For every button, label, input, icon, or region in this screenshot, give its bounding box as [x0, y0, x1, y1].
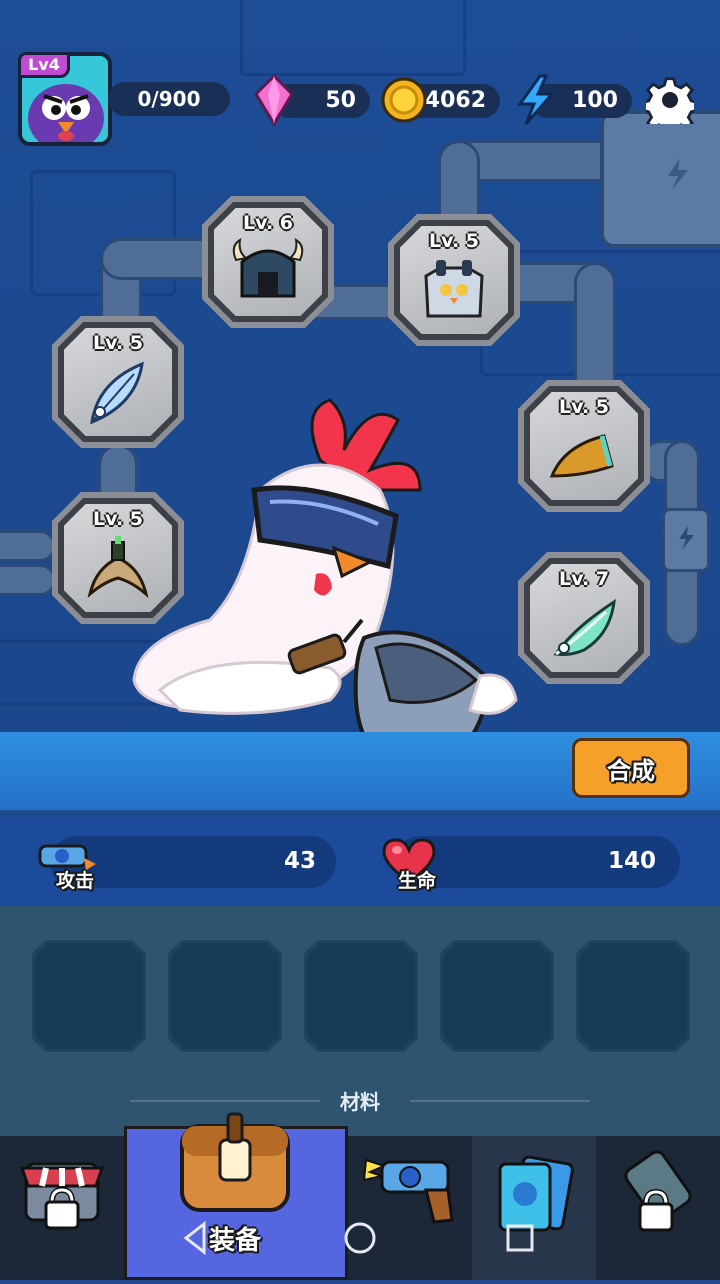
- locked-feature-icon: [624, 1150, 692, 1232]
- equip-slot-helmet[interactable]: Lv. 6: [202, 196, 334, 328]
- pipe: [574, 262, 616, 398]
- equip-level: Lv. 6: [243, 212, 293, 234]
- pipe: [0, 530, 56, 562]
- equip-level: Lv. 5: [429, 230, 479, 252]
- machine-box: [600, 110, 720, 248]
- equip-level: Lv. 5: [93, 332, 143, 354]
- cards-icon: [498, 1155, 574, 1232]
- pink-gem-icon: [254, 74, 294, 126]
- system-home-icon[interactable]: [342, 1220, 378, 1256]
- gold-value: 4062: [424, 88, 486, 113]
- tab-shop[interactable]: [0, 1136, 124, 1280]
- beak-icon: [549, 434, 614, 478]
- circuit-line: [240, 0, 466, 76]
- material-slot[interactable]: [304, 940, 418, 1052]
- blaster-gun-icon: [362, 1158, 454, 1224]
- material-slot[interactable]: [440, 940, 554, 1052]
- backpack-icon: [180, 1112, 290, 1212]
- tab-weapon[interactable]: [348, 1136, 472, 1280]
- lightning-icon: [517, 74, 556, 125]
- hp-label: 生命: [398, 870, 437, 892]
- chicken-character: [132, 398, 518, 771]
- material-slot[interactable]: [32, 940, 146, 1052]
- tab-locked[interactable]: [596, 1136, 720, 1280]
- materials-title: 材料: [340, 1090, 380, 1114]
- equip-slot-armor[interactable]: Lv. 5: [388, 214, 520, 346]
- wing-icon: [553, 598, 616, 656]
- divider: [410, 1100, 590, 1102]
- horned-helmet-icon: [232, 238, 304, 298]
- divider: [130, 1100, 320, 1102]
- pipe-junction: [662, 508, 710, 572]
- pipe: [0, 564, 56, 596]
- material-slot[interactable]: [168, 940, 282, 1052]
- merge-button[interactable]: 合成: [572, 738, 690, 798]
- shop-icon: [19, 1162, 105, 1230]
- tab-equipment-label: 装备: [208, 1226, 261, 1256]
- attack-label: 攻击: [56, 870, 95, 892]
- xp-text: 0/900: [137, 87, 201, 111]
- gold-coin-icon: [381, 77, 427, 123]
- attack-value: 43: [283, 848, 316, 874]
- gem-value: 50: [325, 88, 356, 113]
- tab-cards[interactable]: [472, 1136, 596, 1280]
- system-back-icon[interactable]: [180, 1220, 210, 1256]
- level-badge: Lv4: [18, 52, 70, 78]
- owl-armor-icon: [424, 260, 484, 318]
- gear-icon[interactable]: [646, 76, 694, 124]
- energy-value: 100: [572, 88, 618, 113]
- xp-bar: 0/900: [108, 82, 230, 116]
- material-slot[interactable]: [576, 940, 690, 1052]
- system-recents-icon[interactable]: [504, 1222, 536, 1254]
- hp-value: 140: [607, 848, 656, 874]
